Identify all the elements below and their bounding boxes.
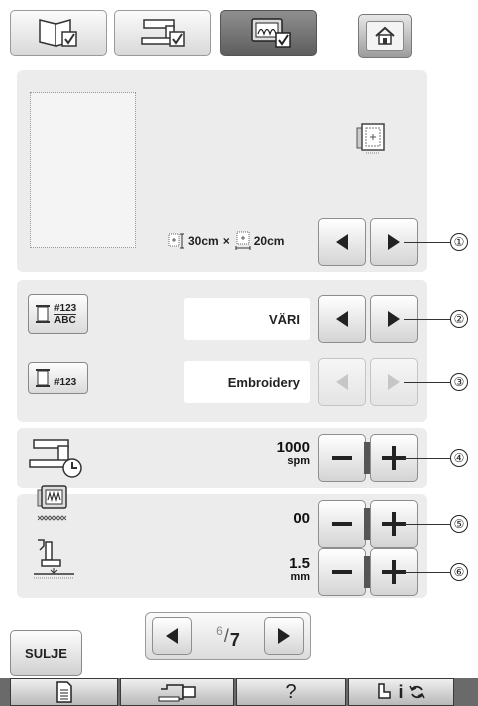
help-button[interactable]: ? xyxy=(236,678,346,706)
callout-line-1 xyxy=(404,242,450,243)
close-button[interactable]: SULJE xyxy=(10,630,82,676)
presser-foot-height-icon xyxy=(30,536,86,584)
callout-line-5 xyxy=(404,524,450,525)
info-icon: i xyxy=(398,681,404,702)
machine-check-icon xyxy=(140,19,185,47)
speed-value: 1000 spm xyxy=(236,440,310,467)
page-prev-button[interactable] xyxy=(152,617,192,655)
right-arrow-icon xyxy=(278,628,290,644)
foot-height-number: 1.5 xyxy=(289,555,310,572)
foot-height-unit: mm xyxy=(290,571,310,583)
page-indicator: 6 / 7 xyxy=(216,624,240,650)
right-arrow-icon xyxy=(388,311,400,327)
hoop-size-label: 30cm × 20cm xyxy=(168,230,284,252)
thread-display-badge: #123 ABC xyxy=(28,294,88,334)
minus-icon xyxy=(332,570,352,574)
page-next-button[interactable] xyxy=(264,617,304,655)
hoop-width-value: 30cm xyxy=(188,234,219,248)
callout-5: ⑤ xyxy=(450,515,468,533)
machine-screen-button[interactable] xyxy=(120,678,234,706)
thread-number-badge-label: #123 xyxy=(54,376,77,388)
callout-6: ⑥ xyxy=(450,563,468,581)
callout-2: ② xyxy=(450,310,468,328)
right-arrow-icon xyxy=(388,374,400,390)
max-speed-icon xyxy=(28,434,86,480)
hoop-preview-area xyxy=(30,92,136,248)
callout-line-4 xyxy=(404,458,450,459)
callout-4: ④ xyxy=(450,449,468,467)
spool-icon xyxy=(36,305,50,323)
page-total: 7 xyxy=(229,629,240,650)
foot-icon xyxy=(378,683,392,699)
thread-name-label: ABC xyxy=(54,313,77,326)
minus-icon xyxy=(332,522,352,526)
speed-minus-button[interactable] xyxy=(318,434,366,482)
foot-height-value: 1.5 mm xyxy=(236,556,310,583)
left-arrow-icon xyxy=(336,374,348,390)
callout-1: ① xyxy=(450,233,468,251)
home-icon xyxy=(375,26,395,45)
speed-number: 1000 xyxy=(276,439,310,456)
minus-icon xyxy=(332,456,352,460)
left-arrow-icon xyxy=(166,628,178,644)
hoop-height-value: 20cm xyxy=(253,234,285,248)
callout-line-6 xyxy=(404,572,450,573)
left-arrow-icon xyxy=(336,311,348,327)
tab-embroidery-settings[interactable] xyxy=(220,10,317,56)
tab-pattern-settings[interactable] xyxy=(10,10,107,56)
thread-display-value: VÄRI xyxy=(184,298,310,340)
callout-line-3 xyxy=(404,382,450,383)
document-button[interactable] xyxy=(10,678,118,706)
hoop-prev-button[interactable] xyxy=(318,218,366,266)
spool-icon xyxy=(36,369,50,387)
foot-height-minus-button[interactable] xyxy=(318,548,366,596)
hoop-height-icon xyxy=(235,231,251,250)
page-current: 6 xyxy=(216,624,223,638)
plus-icon xyxy=(382,512,406,536)
tension-icon xyxy=(34,480,74,528)
tension-minus-button[interactable] xyxy=(318,500,366,548)
home-button[interactable] xyxy=(358,14,412,58)
info-button[interactable]: i xyxy=(348,678,454,706)
tension-value: 00 xyxy=(293,510,310,527)
machine-screen-icon xyxy=(158,684,196,702)
document-icon xyxy=(56,681,72,703)
hoop-width-icon xyxy=(168,233,184,249)
book-check-icon xyxy=(38,19,77,47)
plus-icon xyxy=(382,446,406,470)
refresh-icon xyxy=(408,685,425,699)
callout-3: ③ xyxy=(450,373,468,391)
times-sign: × xyxy=(222,234,230,248)
right-arrow-icon xyxy=(388,234,400,250)
speed-unit: spm xyxy=(287,455,310,467)
thread-number-label: #123 xyxy=(54,302,77,314)
embroidery-frame-icon xyxy=(356,122,386,156)
thread-number-prev-button[interactable] xyxy=(318,358,366,406)
plus-icon xyxy=(382,560,406,584)
close-label: SULJE xyxy=(25,645,67,661)
tab-machine-settings[interactable] xyxy=(114,10,211,56)
thread-number-badge: #123 xyxy=(28,362,88,394)
thread-number-value: Embroidery xyxy=(184,361,310,403)
left-arrow-icon xyxy=(336,234,348,250)
help-icon: ? xyxy=(285,680,297,703)
hoop-check-icon xyxy=(250,18,291,48)
thread-display-prev-button[interactable] xyxy=(318,295,366,343)
callout-line-2 xyxy=(404,319,450,320)
